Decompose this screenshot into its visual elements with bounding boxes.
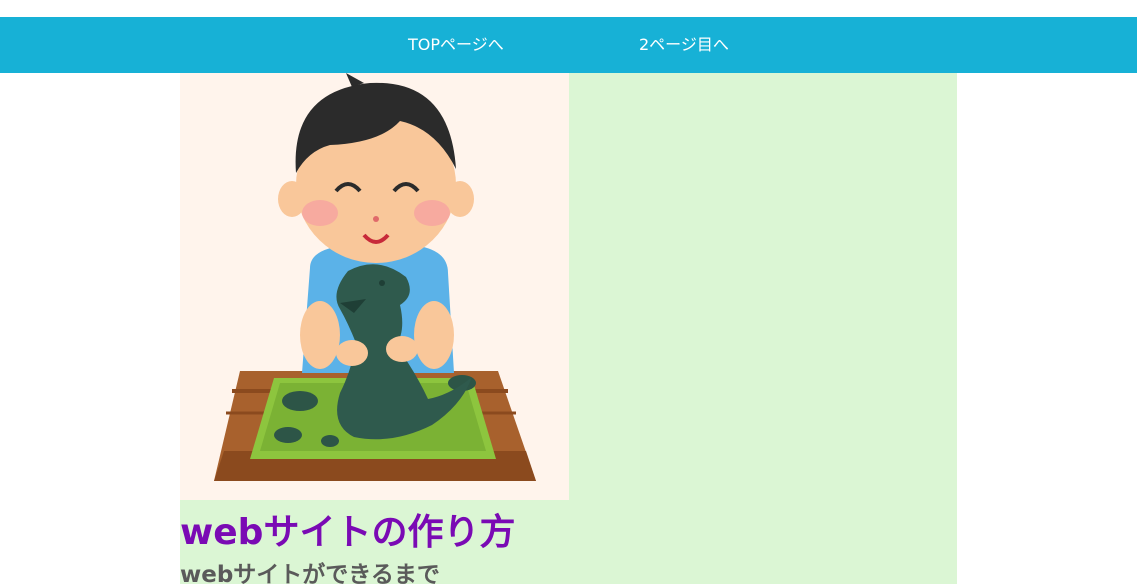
clay-dinosaur-boy-illustration: [214, 73, 536, 481]
navigation-bar: TOPページへ 2ページ目へ: [0, 17, 1137, 73]
hero-illustration: [180, 73, 569, 500]
main-content: webサイトの作り方 webサイトができるまで: [180, 73, 957, 584]
nav-link-second-page[interactable]: 2ページ目へ: [639, 17, 729, 73]
page-title: webサイトの作り方: [180, 512, 516, 553]
top-spacer: [0, 0, 1137, 17]
page-subtitle: webサイトができるまで: [180, 562, 440, 584]
nav-link-top-page[interactable]: TOPページへ: [408, 17, 504, 73]
